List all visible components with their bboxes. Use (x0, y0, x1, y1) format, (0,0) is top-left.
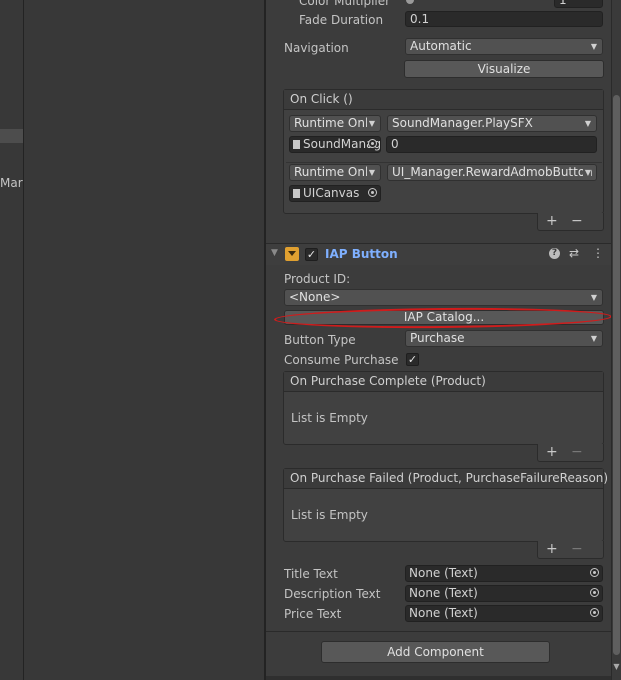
chevron-down-icon: ▼ (590, 334, 597, 343)
button-type-dropdown[interactable]: Purchase ▼ (405, 330, 603, 347)
title-text-value: None (Text) (409, 566, 478, 580)
hierarchy-selected-row[interactable] (0, 129, 23, 143)
navigation-label: Navigation (284, 41, 349, 55)
description-text-field[interactable]: None (Text) (405, 585, 603, 602)
triangle-down-icon[interactable]: ▼ (271, 248, 278, 258)
remove-icon[interactable]: − (571, 213, 583, 229)
add-component-button[interactable]: Add Component (321, 641, 550, 663)
navigation-dropdown[interactable]: Automatic ▼ (405, 38, 603, 55)
on-click-function-dropdown-1[interactable]: SoundManager.PlaySFX ▼ (387, 115, 597, 132)
price-text-label: Price Text (284, 607, 342, 621)
script-icon (293, 140, 300, 149)
fade-duration-label: Fade Duration (299, 13, 384, 27)
title-text-label: Title Text (284, 567, 338, 581)
script-icon (293, 189, 300, 198)
on-purchase-complete-empty-text: List is Empty (291, 411, 368, 425)
chevron-down-icon: ▼ (584, 119, 591, 128)
component-title: IAP Button (325, 247, 398, 261)
remove-icon[interactable]: − (571, 444, 583, 460)
consume-purchase-label: Consume Purchase (284, 353, 399, 367)
object-picker-icon[interactable] (368, 139, 377, 148)
button-type-value: Purchase (410, 331, 465, 345)
add-icon[interactable]: + (546, 213, 558, 229)
chevron-down-icon: ▼ (366, 165, 375, 180)
object-picker-icon[interactable] (590, 588, 599, 597)
price-text-value: None (Text) (409, 606, 478, 620)
on-purchase-failed-empty-text: List is Empty (291, 508, 368, 522)
hierarchy-pane: Mar (0, 0, 23, 680)
navigation-value: Automatic (410, 39, 472, 53)
product-id-dropdown[interactable]: <None> ▼ (284, 289, 603, 306)
presets-icon[interactable]: ⇄ (569, 246, 579, 260)
help-icon[interactable]: ? (549, 248, 560, 259)
on-click-object-field-2[interactable]: UICanvas (289, 185, 381, 202)
on-click-header: On Click () (284, 90, 603, 110)
script-icon (285, 247, 299, 261)
on-purchase-failed-box: On Purchase Failed (Product, PurchaseFai… (283, 468, 608, 542)
center-pane (24, 0, 264, 680)
object-picker-icon[interactable] (368, 188, 377, 197)
visualize-button[interactable]: Visualize (404, 60, 604, 78)
on-purchase-failed-header: On Purchase Failed (Product, PurchaseFai… (284, 469, 608, 489)
on-click-function-value-2: UI_Manager.RewardAdmobButton (392, 165, 593, 179)
scrollbar-thumb[interactable] (613, 95, 620, 655)
chevron-down-icon: ▼ (582, 165, 591, 180)
on-click-object-field-1[interactable]: SoundManager (289, 136, 381, 153)
on-click-argument-field-1[interactable]: 0 (386, 136, 597, 153)
color-multiplier-field[interactable]: 1 (554, 0, 603, 8)
on-purchase-complete-header: On Purchase Complete (Product) (284, 372, 603, 392)
chevron-down-icon: ▼ (366, 116, 375, 131)
add-icon[interactable]: + (546, 541, 558, 557)
component-enabled-checkbox[interactable]: ✓ (305, 248, 318, 261)
object-picker-icon[interactable] (590, 568, 599, 577)
fade-duration-field[interactable]: 0.1 (405, 11, 603, 27)
scroll-down-arrow-icon[interactable]: ▼ (612, 662, 621, 672)
remove-icon[interactable]: − (571, 541, 583, 557)
context-menu-icon[interactable]: ⋮ (592, 246, 604, 260)
entry-separator (286, 162, 602, 163)
on-click-mode-dropdown-1[interactable]: Runtime Only ▼ (289, 115, 381, 132)
inspector-footer (266, 676, 611, 680)
on-click-mode-value-2: Runtime Only (294, 165, 376, 179)
on-click-mode-dropdown-2[interactable]: Runtime Only ▼ (289, 164, 381, 181)
product-id-value: <None> (289, 290, 341, 304)
on-click-function-value-1: SoundManager.PlaySFX (392, 116, 533, 130)
chevron-down-icon: ▼ (590, 42, 597, 51)
description-text-label: Description Text (284, 587, 381, 601)
title-text-field[interactable]: None (Text) (405, 565, 603, 582)
description-text-value: None (Text) (409, 586, 478, 600)
button-type-label: Button Type (284, 333, 356, 347)
on-click-mode-value-1: Runtime Only (294, 116, 376, 130)
object-picker-icon[interactable] (590, 608, 599, 617)
chevron-down-icon: ▼ (590, 293, 597, 302)
color-multiplier-label: Color Multiplier (299, 0, 391, 8)
product-id-label: Product ID: (284, 272, 351, 286)
add-icon[interactable]: + (546, 444, 558, 460)
price-text-field[interactable]: None (Text) (405, 605, 603, 622)
on-click-function-dropdown-2[interactable]: UI_Manager.RewardAdmobButton ▼ (387, 164, 597, 181)
on-click-object-value-2: UICanvas (303, 186, 360, 200)
hierarchy-partial-label[interactable]: Mar (0, 176, 23, 190)
on-purchase-complete-box: On Purchase Complete (Product) (283, 371, 604, 445)
consume-purchase-checkbox[interactable]: ✓ (406, 353, 419, 366)
inspector-bottom-separator (266, 631, 611, 632)
